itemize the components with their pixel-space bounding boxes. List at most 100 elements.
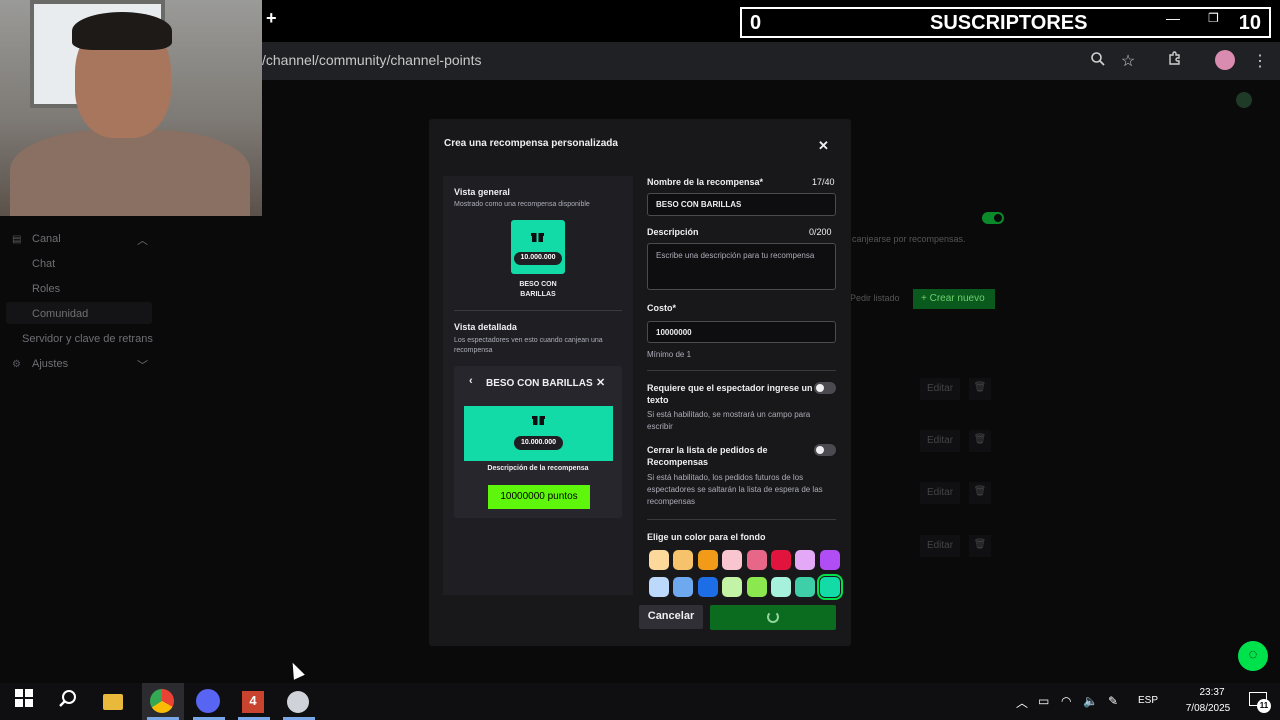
new-tab-button[interactable]: + [266,8,282,30]
chevron-down-icon[interactable]: ﹀ [137,357,148,373]
color-swatch[interactable] [649,550,669,570]
battery-icon[interactable]: ▭ [1038,694,1049,708]
clock-time[interactable]: 23:37 [1182,687,1242,698]
detail-reward-banner: 10.000.000 [464,406,613,461]
user-avatar[interactable] [1236,92,1252,108]
extensions-icon[interactable] [1165,51,1185,71]
minimize-icon[interactable]: — [1166,10,1180,26]
description-textarea[interactable]: Escribe una descripción para tu recompen… [647,243,836,290]
system-tray: ︿ ▭ ◠ 🔈 ✎ ESP 23:37 7/08/2025 11 [1012,683,1280,720]
color-swatch[interactable] [771,577,791,597]
url-text[interactable]: /channel/community/channel-points [262,52,481,68]
obs-icon[interactable] [287,691,309,713]
background-description: canjearse por recompensas. [852,234,966,244]
edit-button[interactable]: Editar [920,535,960,557]
plus-icon: + [921,293,930,304]
skip-queue-toggle[interactable] [814,444,836,456]
create-new-button[interactable]: + Crear nuevo [913,289,995,309]
reward-name-label: Nombre de la recompensa* [647,177,764,187]
sidebar-item-comunidad[interactable]: Comunidad [32,308,88,320]
require-text-hint: Si está habilitado, se mostrará un campo… [647,410,811,431]
color-swatch[interactable] [746,550,767,570]
chrome-icon[interactable] [150,689,174,713]
gift-icon [531,232,544,246]
chevron-up-icon[interactable]: ︿ [1016,694,1028,711]
color-swatch[interactable] [673,550,694,570]
language-indicator[interactable]: ESP [1138,695,1158,706]
volume-icon[interactable]: 🔈 [1083,694,1098,708]
color-swatch[interactable] [722,550,743,570]
trash-icon[interactable]: 🗑 [969,430,991,452]
profile-avatar[interactable] [1215,50,1235,70]
zoom-icon[interactable] [1088,51,1108,71]
detail-preview-card: ‹ BESO CON BARILLAS ✕ 10.000.000 Descrip… [454,366,622,518]
skip-queue-hint: Si está habilitado, los pedidos futuros … [647,473,823,506]
sidebar-item-canal[interactable]: Canal [32,233,61,245]
discord-icon[interactable] [196,689,220,713]
divider [647,519,836,520]
request-list-button[interactable]: Pedir listado [850,293,900,303]
subscriber-label: SUSCRIPTORES [930,12,1088,34]
custom-reward-modal: Crea una recompensa personalizada ✕ Vist… [429,119,851,646]
color-swatch[interactable] [819,550,840,570]
star-icon[interactable]: ☆ [1118,51,1138,71]
color-swatch[interactable] [746,577,767,597]
color-swatch[interactable] [673,577,694,597]
sidebar-item-roles[interactable]: Roles [32,283,60,295]
clock-date[interactable]: 7/08/2025 [1172,703,1244,714]
sidebar-item-servidor[interactable]: Servidor y clave de retrans [22,333,153,345]
webcam-person-body [10,130,250,216]
overview-title: Vista general [454,187,510,197]
detail-view-title: Vista detallada [454,322,517,332]
restore-icon[interactable]: ❐ [1208,11,1219,25]
color-swatch[interactable] [697,550,718,570]
subscriber-overlay: 0 SUSCRIPTORES — ❐ 10 [740,7,1271,38]
chevron-up-icon[interactable]: ︿ [137,232,148,248]
color-swatch[interactable] [649,577,669,597]
color-swatch[interactable] [795,550,816,570]
edit-button[interactable]: Editar [920,378,960,400]
file-explorer-icon[interactable] [103,694,123,710]
edit-button[interactable]: Editar [920,430,960,452]
notification-count: 11 [1257,699,1271,713]
require-text-toggle[interactable] [814,382,836,394]
search-icon[interactable] [55,689,81,715]
color-swatch-grid [646,548,843,600]
cancel-button[interactable]: Cancelar [639,605,703,629]
create-reward-button[interactable] [710,605,836,630]
reward-name-preview: BESO CON BARILLAS [498,280,578,300]
cost-input[interactable]: 10000000 [647,321,836,343]
color-swatch[interactable] [795,577,816,597]
windows-start-icon[interactable] [11,689,37,715]
chevron-left-icon: ‹ [469,375,473,387]
detail-view-subtitle: Los espectadores ven esto cuando canjean… [454,337,603,354]
app-4-icon[interactable]: 4 [242,691,264,713]
cost-badge: 10.000.000 [514,252,562,265]
color-swatch[interactable] [771,550,791,570]
color-swatch[interactable] [722,577,743,597]
help-chat-icon[interactable]: ◌ [1238,641,1268,671]
divider [647,370,836,371]
address-bar: /channel/community/channel-points ☆ ⋮ [262,42,1280,80]
skip-queue-label: Cerrar la lista de pedidos de Recompensa… [647,445,768,467]
channel-points-toggle[interactable] [982,212,1004,224]
wifi-icon[interactable]: ◠ [1061,694,1071,708]
cost-minimum-hint: Mínimo de 1 [647,350,692,359]
webcam-person-hair [72,12,172,50]
trash-icon[interactable]: 🗑 [969,378,991,400]
close-icon[interactable]: ✕ [818,138,829,154]
pen-icon[interactable]: ✎ [1108,694,1118,708]
trash-icon[interactable]: 🗑 [969,535,991,557]
sidebar-item-ajustes[interactable]: Ajustes [32,358,68,370]
color-swatch[interactable] [816,574,843,600]
edit-button[interactable]: Editar [920,482,960,504]
reward-name-line: BARILLAS [520,291,556,298]
reward-name-counter: 17/40 [812,177,835,187]
menu-icon[interactable]: ⋮ [1250,51,1270,71]
reward-name-input[interactable]: BESO CON BARILLAS [647,193,836,216]
cost-badge: 10.000.000 [514,436,563,450]
color-swatch[interactable] [697,577,718,597]
sidebar-item-chat[interactable]: Chat [32,258,55,270]
trash-icon[interactable]: 🗑 [969,482,991,504]
require-text-label: Requiere que el espectador ingrese un te… [647,383,813,405]
